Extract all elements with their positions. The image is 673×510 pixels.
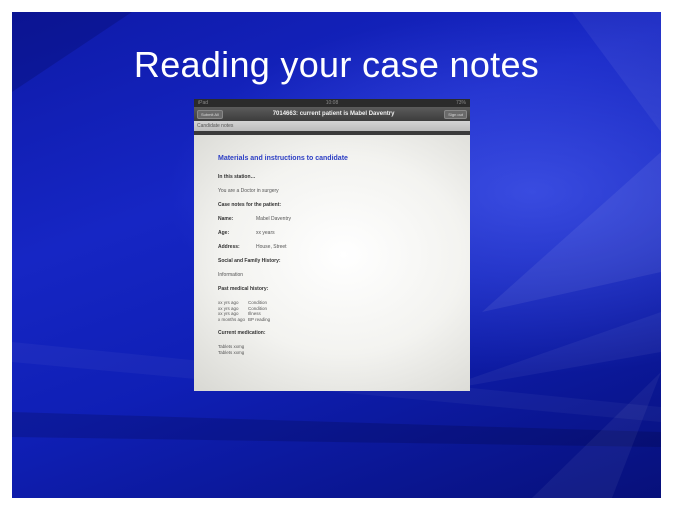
status-left: iPad xyxy=(198,100,209,106)
social-history-text: Information xyxy=(218,272,244,278)
slide: Reading your case notes iPad 10:08 73% S… xyxy=(12,12,661,498)
history-row: x months ago BP reading xyxy=(218,317,454,323)
medication-item: Tablets xxmg xyxy=(218,349,245,355)
medication-list: Tablets xxmg Tablets xxmg xyxy=(218,344,454,355)
status-time: 10:08 xyxy=(325,100,339,106)
social-history-label: Social and Family History: xyxy=(218,258,281,264)
candidate-notes-tab[interactable]: Candidate notes xyxy=(194,121,470,131)
field-row-address: Address: House, Street xyxy=(218,244,454,250)
in-station-text: You are a Doctor in surgery xyxy=(218,188,279,194)
document-heading: Materials and instructions to candidate xyxy=(218,155,348,162)
field-value: House, Street xyxy=(256,244,287,250)
slide-title: Reading your case notes xyxy=(133,44,540,85)
nav-title: 7014663: current patient is Mabel Davent… xyxy=(272,111,395,117)
sign-out-button[interactable]: Sign out xyxy=(444,109,467,119)
field-row-name: Name: Mabel Daventry xyxy=(218,216,454,222)
field-key: Age: xyxy=(218,230,230,236)
ipad-photo: iPad 10:08 73% Submit All 7014663: curre… xyxy=(194,99,470,391)
past-medical-history-label: Past medical history: xyxy=(218,286,269,292)
status-battery: 73% xyxy=(455,100,466,106)
ipad-status-bar: iPad 10:08 73% xyxy=(194,99,470,107)
case-notes-document: Materials and instructions to candidate … xyxy=(194,135,470,391)
field-value: Mabel Daventry xyxy=(256,216,292,222)
in-station-label: In this station… xyxy=(218,174,256,180)
field-key: Address: xyxy=(218,244,240,250)
history-list: xx yrs ago Condition xx yrs ago Conditio… xyxy=(218,300,454,322)
current-medication-label: Current medication: xyxy=(218,330,266,336)
case-notes-label: Case notes for the patient: xyxy=(218,202,282,208)
app-nav-bar: Submit All 7014663: current patient is M… xyxy=(194,107,470,121)
field-key: Name: xyxy=(218,216,234,222)
history-when: x months ago xyxy=(218,316,246,322)
field-value: xx years xyxy=(256,230,275,236)
field-row-age: Age: xx years xyxy=(218,230,454,236)
submit-all-button[interactable]: Submit All xyxy=(197,109,223,119)
history-what: BP reading xyxy=(248,316,271,322)
